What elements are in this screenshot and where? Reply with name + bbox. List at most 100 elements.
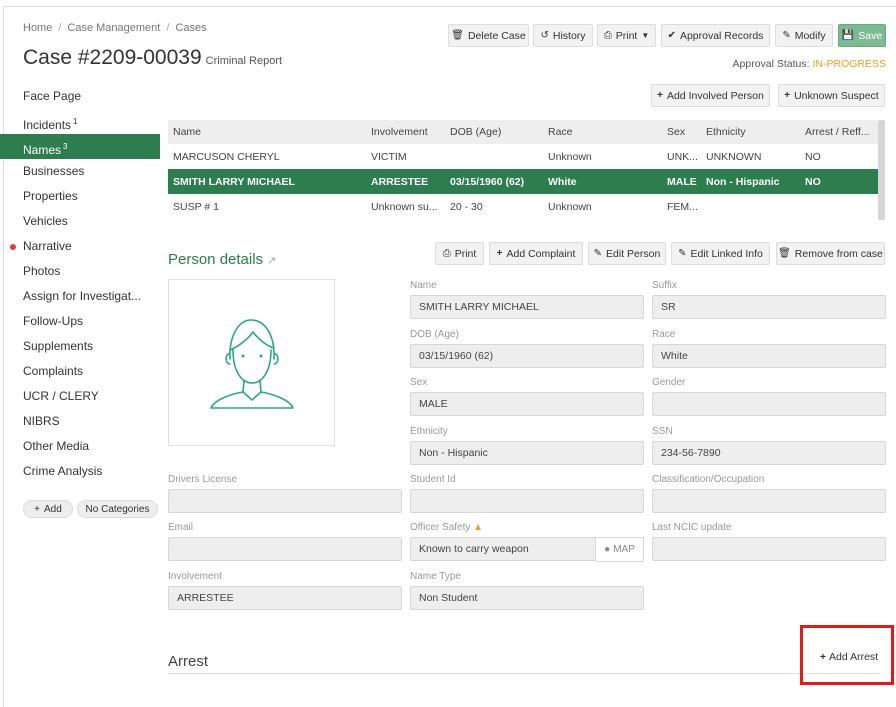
sidebar-item-face-page[interactable]: Face Page bbox=[0, 84, 160, 109]
sidebar-item-label: Properties bbox=[23, 189, 78, 203]
sidebar-item-names[interactable]: Names 3 bbox=[0, 134, 160, 159]
table-row-selected[interactable]: SMITH LARRY MICHAEL ARRESTEE 03/15/1960 … bbox=[168, 169, 878, 194]
modify-label: Modify bbox=[794, 29, 826, 42]
race-field[interactable]: White bbox=[652, 344, 886, 368]
sidebar-item-label: Face Page bbox=[23, 89, 82, 103]
pencil-icon: ✎ bbox=[678, 248, 687, 259]
unknown-suspect-button[interactable]: + Unknown Suspect bbox=[778, 84, 885, 107]
table-row[interactable]: SUSP # 1 Unknown su... 20 - 30 Unknown F… bbox=[168, 194, 878, 219]
person-avatar-icon bbox=[210, 319, 294, 409]
table-cell: Unknown bbox=[543, 144, 662, 169]
remove-from-case-button[interactable]: 🗑 Remove from case bbox=[776, 242, 885, 265]
sidebar: Face Page Incidents 1 Names 3 Businesses P… bbox=[0, 84, 160, 484]
gender-field[interactable] bbox=[652, 392, 886, 416]
floppy-disk-icon: 💾 bbox=[841, 30, 855, 41]
add-arrest-button[interactable]: + Add Arrest bbox=[810, 646, 888, 668]
name-label: Name bbox=[410, 280, 437, 291]
dob-label: DOB (Age) bbox=[410, 329, 459, 340]
sex-field[interactable]: MALE bbox=[410, 392, 644, 416]
sidebar-item-other-media[interactable]: Other Media bbox=[0, 434, 160, 459]
ethnicity-field[interactable]: Non - Hispanic bbox=[410, 441, 644, 465]
sidebar-item-nibrs[interactable]: NIBRS bbox=[0, 409, 160, 434]
table-cell: NO bbox=[800, 144, 878, 169]
suffix-label: Suffix bbox=[652, 280, 677, 291]
sidebar-item-photos[interactable]: Photos bbox=[0, 259, 160, 284]
race-label: Race bbox=[652, 329, 676, 340]
table-scrollbar[interactable] bbox=[878, 120, 885, 220]
table-row[interactable]: MARCUSON CHERYL VICTIM Unknown UNK... UN… bbox=[168, 144, 878, 169]
sidebar-item-crime-analysis[interactable]: Crime Analysis bbox=[0, 459, 160, 484]
breadcrumb-case-management[interactable]: Case Management bbox=[67, 22, 160, 34]
column-header-name[interactable]: Name bbox=[168, 120, 366, 144]
modify-button[interactable]: ✎ Modify bbox=[775, 24, 833, 47]
sidebar-item-count: 1 bbox=[73, 117, 78, 126]
sidebar-item-supplements[interactable]: Supplements bbox=[0, 334, 160, 359]
sidebar-item-incidents[interactable]: Incidents 1 bbox=[0, 109, 160, 134]
delete-case-button[interactable]: 🗑 Delete Case bbox=[448, 24, 529, 47]
email-field[interactable] bbox=[168, 537, 402, 561]
table-cell bbox=[445, 144, 543, 169]
table-cell: 03/15/1960 (62) bbox=[445, 169, 543, 194]
student-id-field[interactable] bbox=[410, 489, 644, 513]
sidebar-item-count: 3 bbox=[63, 142, 68, 151]
approval-records-button[interactable]: ✔ Approval Records bbox=[661, 24, 770, 47]
no-categories-tag[interactable]: No Categories bbox=[77, 500, 158, 518]
no-categories-label: No Categories bbox=[85, 503, 150, 515]
officer-safety-field[interactable]: Known to carry weapon bbox=[410, 537, 596, 561]
column-header-ethnicity[interactable]: Ethnicity bbox=[701, 120, 800, 144]
approval-status-label: Approval Status: bbox=[732, 58, 810, 70]
sidebar-item-complaints[interactable]: Complaints bbox=[0, 359, 160, 384]
plus-icon: + bbox=[657, 90, 663, 101]
dob-field[interactable]: 03/15/1960 (62) bbox=[410, 344, 644, 368]
column-header-arrest[interactable]: Arrest / Reff... bbox=[800, 120, 878, 144]
classification-field[interactable] bbox=[652, 489, 886, 513]
breadcrumb-home[interactable]: Home bbox=[23, 22, 52, 34]
officer-safety-label: Officer Safety ▲ bbox=[410, 522, 483, 533]
sidebar-item-narrative[interactable]: Narrative bbox=[0, 234, 160, 259]
add-category-button[interactable]: + Add bbox=[23, 500, 73, 518]
edit-person-label: Edit Person bbox=[606, 247, 661, 260]
sidebar-item-ucr-clery[interactable]: UCR / CLERY bbox=[0, 384, 160, 409]
sidebar-item-properties[interactable]: Properties bbox=[0, 184, 160, 209]
sidebar-item-label: NIBRS bbox=[23, 414, 60, 428]
printer-icon: ⎙ bbox=[603, 30, 612, 41]
edit-person-button[interactable]: ✎ Edit Person bbox=[588, 242, 666, 265]
person-photo[interactable] bbox=[168, 279, 335, 446]
suffix-field[interactable]: SR bbox=[652, 295, 886, 319]
involvement-field[interactable]: ARRESTEE bbox=[168, 586, 402, 610]
drivers-license-field[interactable] bbox=[168, 489, 402, 513]
email-label: Email bbox=[168, 522, 194, 533]
table-cell: NO bbox=[800, 169, 878, 194]
name-field[interactable]: SMITH LARRY MICHAEL bbox=[410, 295, 644, 319]
page-title: Case #2209-00039 Criminal Report bbox=[23, 46, 282, 70]
ssn-field[interactable]: 234-56-7890 bbox=[652, 441, 886, 465]
add-complaint-button[interactable]: + Add Complaint bbox=[489, 242, 583, 265]
person-details-title: Person details ↗ bbox=[168, 251, 276, 268]
remove-from-case-label: Remove from case bbox=[794, 247, 883, 260]
table-cell: VICTIM bbox=[366, 144, 445, 169]
map-button[interactable]: ● MAP bbox=[596, 537, 644, 562]
save-button[interactable]: 💾 Save bbox=[838, 24, 886, 47]
print-dropdown-button[interactable]: ⎙ Print ▼ bbox=[597, 24, 656, 47]
column-header-race[interactable]: Race bbox=[543, 120, 662, 144]
sidebar-item-vehicles[interactable]: Vehicles bbox=[0, 209, 160, 234]
column-header-dob[interactable]: DOB (Age) bbox=[445, 120, 543, 144]
last-ncic-field[interactable] bbox=[652, 537, 886, 561]
sidebar-item-follow-ups[interactable]: Follow-Ups bbox=[0, 309, 160, 334]
history-button[interactable]: ↺ History bbox=[533, 24, 593, 47]
add-involved-person-button[interactable]: + Add Involved Person bbox=[651, 84, 770, 107]
column-header-involvement[interactable]: Involvement bbox=[366, 120, 445, 144]
print-person-button[interactable]: ⎙ Print bbox=[435, 242, 484, 265]
external-link-icon[interactable]: ↗ bbox=[267, 255, 276, 267]
name-type-field[interactable]: Non Student bbox=[410, 586, 644, 610]
alert-dot-icon bbox=[10, 244, 16, 250]
sidebar-item-assign-for-investigation[interactable]: Assign for Investigat... bbox=[0, 284, 160, 309]
trash-icon: 🗑 bbox=[778, 248, 791, 259]
breadcrumb-cases[interactable]: Cases bbox=[175, 22, 206, 34]
drivers-license-label: Drivers License bbox=[168, 474, 237, 485]
edit-linked-info-button[interactable]: ✎ Edit Linked Info bbox=[671, 242, 770, 265]
sidebar-item-businesses[interactable]: Businesses bbox=[0, 159, 160, 184]
add-arrest-label: Add Arrest bbox=[829, 651, 879, 663]
ethnicity-label: Ethnicity bbox=[410, 426, 448, 437]
column-header-sex[interactable]: Sex bbox=[662, 120, 701, 144]
